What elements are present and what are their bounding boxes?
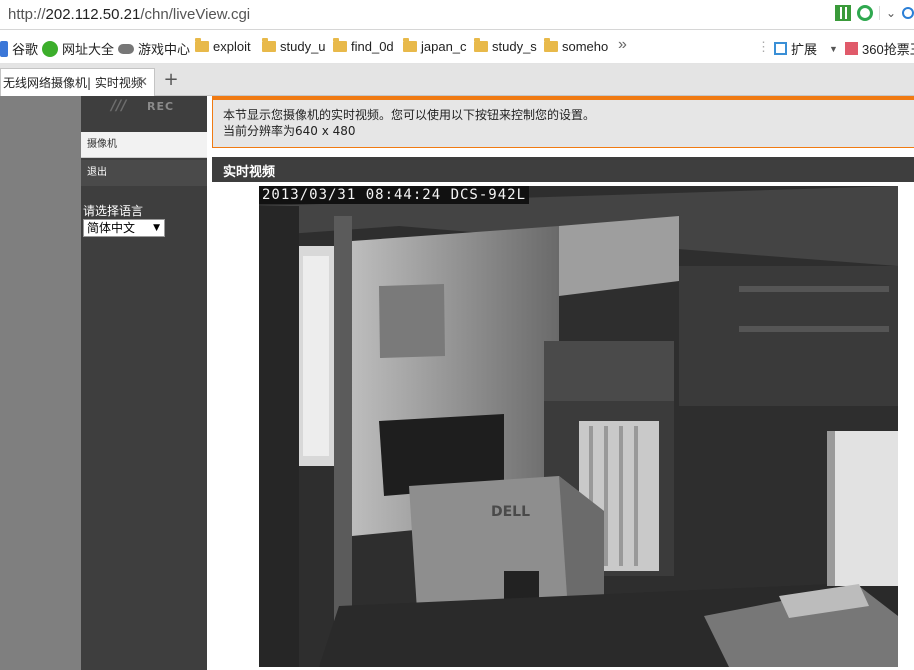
live-video-feed[interactable]: DELL 2013/03/31 08:44:24 DCS-942L	[259, 186, 898, 667]
info-box: 本节显示您摄像机的实时视频。您可以使用以下按钮来控制您的设置。 当前分辨率为64…	[212, 96, 914, 148]
camera-image: DELL	[259, 186, 898, 667]
bookmark-google[interactable]: 谷歌	[0, 39, 38, 58]
close-tab-icon[interactable]: ✕	[137, 75, 148, 90]
info-description: 本节显示您摄像机的实时视频。您可以使用以下按钮来控制您的设置。	[223, 108, 596, 122]
url-host: 202.112.50.21	[45, 6, 141, 23]
gamepad-icon	[118, 43, 134, 54]
bookmark-url-directory[interactable]: 网址大全	[42, 39, 114, 58]
language-select[interactable]: 简体中文 ▼	[83, 219, 165, 237]
dropdown-chevron-icon[interactable]: ⌄	[878, 6, 896, 20]
bookmark-study-u[interactable]: study_u	[262, 38, 326, 54]
refresh-leaf-icon[interactable]	[856, 5, 873, 21]
folder-icon	[544, 38, 558, 52]
bookmark-game-center[interactable]: 游戏中心	[118, 39, 190, 58]
more-bookmarks-button[interactable]: »	[618, 36, 627, 54]
monitor-brand-logo: DELL	[491, 504, 530, 520]
tab-strip: 无线网络摄像机| 实时视频 ✕ +	[0, 64, 914, 96]
new-tab-button[interactable]: +	[160, 70, 182, 92]
tab-title: 无线网络摄像机| 实时视频	[3, 76, 143, 90]
url-text[interactable]: http://202.112.50.21/chn/liveView.cgi	[8, 6, 250, 23]
bookmark-exploit[interactable]: exploit	[195, 38, 251, 54]
ticket-icon	[845, 42, 858, 55]
google-icon	[0, 40, 8, 57]
menu-item-camera[interactable]: 摄像机	[81, 132, 207, 158]
url-scheme: http://	[8, 6, 46, 23]
extensions-button[interactable]: 扩展 ▼	[774, 39, 838, 58]
extensions-grid-icon	[774, 42, 787, 55]
extensions-chevron-icon: ▼	[829, 43, 838, 54]
sidebar: /// REC 摄像机 退出 请选择语言 简体中文 ▼	[81, 96, 207, 670]
ticket-bookmark[interactable]: 360抢票王	[845, 39, 914, 58]
address-bar[interactable]: http://202.112.50.21/chn/liveView.cgi ⌄	[0, 0, 914, 30]
chevron-down-icon: ▼	[153, 223, 160, 233]
folder-icon	[262, 38, 276, 52]
logo: /// REC	[81, 96, 207, 132]
logo-text: REC	[147, 100, 175, 113]
bookmark-find-0d[interactable]: find_0d	[333, 38, 394, 54]
bookmark-someho[interactable]: someho	[544, 38, 608, 54]
video-timestamp-overlay: 2013/03/31 08:44:24 DCS-942L	[259, 186, 530, 204]
bookmark-japan-c[interactable]: japan_c	[403, 38, 467, 54]
url-path: /chn/liveView.cgi	[140, 6, 251, 23]
menu-item-logout[interactable]: 退出	[81, 160, 207, 186]
folder-icon	[403, 38, 417, 52]
section-title: 实时视频	[223, 165, 276, 180]
bookmark-study-s[interactable]: study_s	[474, 38, 537, 54]
tab-live-video[interactable]: 无线网络摄像机| 实时视频 ✕	[0, 68, 155, 96]
search-icon[interactable]	[902, 7, 914, 19]
folder-icon	[195, 38, 209, 52]
bookmarks-bar: 谷歌 网址大全 游戏中心 exploit study_u find_0d jap…	[0, 30, 914, 64]
section-header: 实时视频	[212, 157, 914, 182]
green-plus-icon	[42, 40, 58, 57]
separator-dots-icon: ⋮	[757, 39, 770, 54]
folder-icon	[474, 38, 488, 52]
folder-icon	[333, 38, 347, 52]
language-label: 请选择语言	[83, 204, 144, 218]
logo-mark-icon: ///	[111, 98, 127, 114]
page-left-margin	[0, 96, 81, 670]
qrcode-icon[interactable]	[834, 5, 851, 21]
address-bar-tools: ⌄	[834, 5, 914, 21]
info-resolution: 当前分辨率为640 x 480	[223, 124, 356, 138]
language-panel: 请选择语言 简体中文 ▼	[81, 188, 207, 268]
language-selected-value: 简体中文	[87, 221, 136, 235]
